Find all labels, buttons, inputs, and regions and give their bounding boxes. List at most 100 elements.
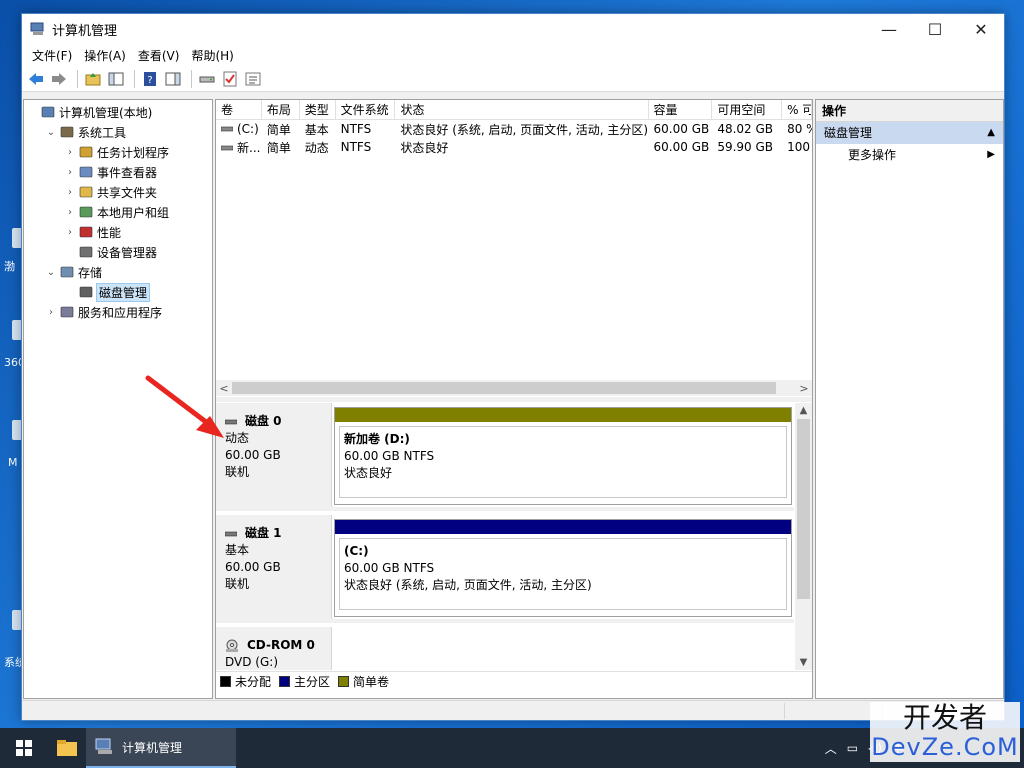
pane-splitter[interactable] (216, 397, 812, 402)
show-hidden-icons-chevron-icon[interactable]: ︿ (825, 740, 837, 757)
vertical-scrollbar[interactable]: ▲ ▼ (795, 403, 812, 670)
volume-icon (220, 122, 237, 136)
collapsed-chevron-icon[interactable]: › (64, 167, 76, 178)
column-capacity[interactable]: 容量 (649, 100, 713, 119)
close-icon: ✕ (974, 19, 988, 39)
expanded-chevron-icon[interactable]: ⌄ (45, 127, 57, 138)
tree-item-6[interactable]: › 性能 (24, 222, 212, 242)
collapsed-chevron-icon[interactable]: › (64, 187, 76, 198)
menu-help[interactable]: 帮助(H) (185, 47, 239, 64)
menu-file[interactable]: 文件(F) (26, 47, 78, 64)
collapsed-chevron-icon[interactable]: › (64, 207, 76, 218)
column-volume[interactable]: 卷 (216, 100, 262, 119)
cell-text: 状态良好 (400, 140, 449, 155)
forward-button[interactable] (49, 69, 69, 89)
table-row[interactable]: (C:) 简单 基本 NTFS 状态良好 (系统, 启动, 页面文件, 活动, 主分区)… (216, 120, 812, 138)
tree-item-0[interactable]: 计算机管理(本地) (24, 102, 212, 122)
menu-view[interactable]: 查看(V) (132, 47, 186, 64)
cell-text: 80 % (787, 122, 812, 136)
tree-item-label: 设备管理器 (97, 245, 158, 260)
column-free-space[interactable]: 可用空间 (712, 100, 783, 119)
scroll-down-icon[interactable]: ▼ (795, 657, 812, 668)
collapsed-chevron-icon[interactable]: › (64, 147, 76, 158)
tree-item-4[interactable]: › 共享文件夹 (24, 182, 212, 202)
network-icon[interactable]: ▭ (847, 741, 858, 755)
disk-info-panel[interactable]: CD-ROM 0 DVD (G:) (216, 627, 332, 670)
tree-item-label: 性能 (97, 225, 122, 240)
device-manager-icon (78, 244, 94, 260)
tree-item-5[interactable]: › 本地用户和组 (24, 202, 212, 222)
maximize-button[interactable]: ☐ (912, 14, 958, 44)
taskbar-computer-management[interactable]: 计算机管理 (86, 728, 236, 768)
toolbar-separator (77, 69, 78, 88)
properties-button[interactable] (243, 69, 263, 89)
column-percent-free[interactable]: % 可 (782, 100, 812, 119)
partition-type-bar (335, 408, 791, 422)
column-layout[interactable]: 布局 (262, 100, 300, 119)
desktop-icon-label: 渤 (4, 260, 15, 273)
tree-item-label: 任务计划程序 (97, 145, 170, 160)
tree-item-1[interactable]: ⌄ 系统工具 (24, 122, 212, 142)
hard-disk-icon (225, 531, 237, 536)
cell-text: 动态 (304, 140, 329, 155)
disk-type: 基本 (225, 543, 250, 557)
start-button[interactable] (0, 728, 48, 768)
computer-management-icon (40, 104, 56, 120)
performance-icon (78, 224, 94, 240)
actions-section-disk-management[interactable]: 磁盘管理 ▲ (816, 122, 1003, 144)
tree-item-3[interactable]: › 事件查看器 (24, 162, 212, 182)
disk-size: 60.00 GB (225, 448, 281, 462)
tree-item-2[interactable]: › 任务计划程序 (24, 142, 212, 162)
watermark-bottom: DevZe.CoM (871, 733, 1019, 761)
tree-item-8[interactable]: ⌄ 存储 (24, 262, 212, 282)
column-file-system[interactable]: 文件系统 (336, 100, 396, 119)
cell-status: 状态良好 (395, 139, 648, 156)
table-row[interactable]: 新... 简单 动态 NTFS 状态良好 60.00 GB 59.90 GB 100 (216, 138, 812, 156)
partition-block[interactable]: (C:) 60.00 GB NTFS 状态良好 (系统, 启动, 页面文件, 活动,… (334, 519, 792, 617)
collapsed-chevron-icon[interactable]: › (45, 307, 57, 318)
disk-info-panel[interactable]: 磁盘 1 基本 60.00 GB 联机 (216, 515, 332, 619)
tree-item-9[interactable]: 磁盘管理 (24, 282, 212, 302)
column-type[interactable]: 类型 (300, 100, 336, 119)
show-hide-action-pane-button[interactable] (163, 69, 183, 89)
disk-type: 动态 (225, 431, 250, 445)
up-level-button[interactable] (83, 69, 103, 89)
cd-rom-icon (226, 639, 238, 652)
connect-button[interactable] (197, 69, 217, 89)
expanded-chevron-icon[interactable]: ⌄ (45, 267, 57, 278)
disk-state: 联机 (225, 577, 250, 591)
disk-name: 磁盘 0 (245, 414, 282, 428)
cell-layout: 简单 (262, 121, 300, 138)
title-bar[interactable]: 计算机管理 — ☐ ✕ (22, 14, 1004, 44)
help-button[interactable]: ? (140, 69, 160, 89)
partition-name: 新加卷 (D:) (344, 432, 410, 446)
minimize-button[interactable]: — (866, 14, 912, 44)
disk-info-panel[interactable]: 磁盘 0 动态 60.00 GB 联机 (216, 403, 332, 507)
close-button[interactable]: ✕ (958, 14, 1004, 44)
horizontal-scroll-thumb[interactable] (232, 382, 776, 394)
show-hide-tree-button[interactable] (106, 69, 126, 89)
menu-action[interactable]: 操作(A) (78, 47, 132, 64)
actions-pane: 操作 磁盘管理 ▲ 更多操作 ▶ (815, 99, 1004, 699)
tree-item-7[interactable]: 设备管理器 (24, 242, 212, 262)
checklist-button[interactable] (220, 69, 240, 89)
tree-item-10[interactable]: › 服务和应用程序 (24, 302, 212, 322)
collapsed-chevron-icon[interactable]: › (64, 227, 76, 238)
tree-item-label: 本地用户和组 (97, 205, 170, 220)
back-button[interactable] (26, 69, 46, 89)
horizontal-scrollbar[interactable]: < > (216, 380, 812, 396)
collapse-up-icon[interactable]: ▲ (987, 122, 995, 144)
column-status[interactable]: 状态 (395, 100, 649, 119)
taskbar-file-explorer[interactable] (48, 728, 86, 768)
partition-block[interactable]: 新加卷 (D:) 60.00 GB NTFS 状态良好 (334, 407, 792, 505)
more-actions-item[interactable]: 更多操作 ▶ (816, 144, 1003, 166)
legend-label: 简单卷 (353, 675, 390, 689)
scroll-right-icon[interactable]: > (796, 382, 812, 395)
vertical-scroll-thumb[interactable] (797, 419, 810, 599)
watermark: 开发者 DevZe.CoM (870, 702, 1020, 762)
scroll-left-icon[interactable]: < (216, 382, 232, 395)
cell-volume: (C:) (216, 122, 262, 136)
cell-layout: 简单 (262, 139, 300, 156)
partition-details: (C:) 60.00 GB NTFS 状态良好 (系统, 启动, 页面文件, 活动,… (339, 538, 787, 610)
scroll-up-icon[interactable]: ▲ (795, 405, 812, 416)
